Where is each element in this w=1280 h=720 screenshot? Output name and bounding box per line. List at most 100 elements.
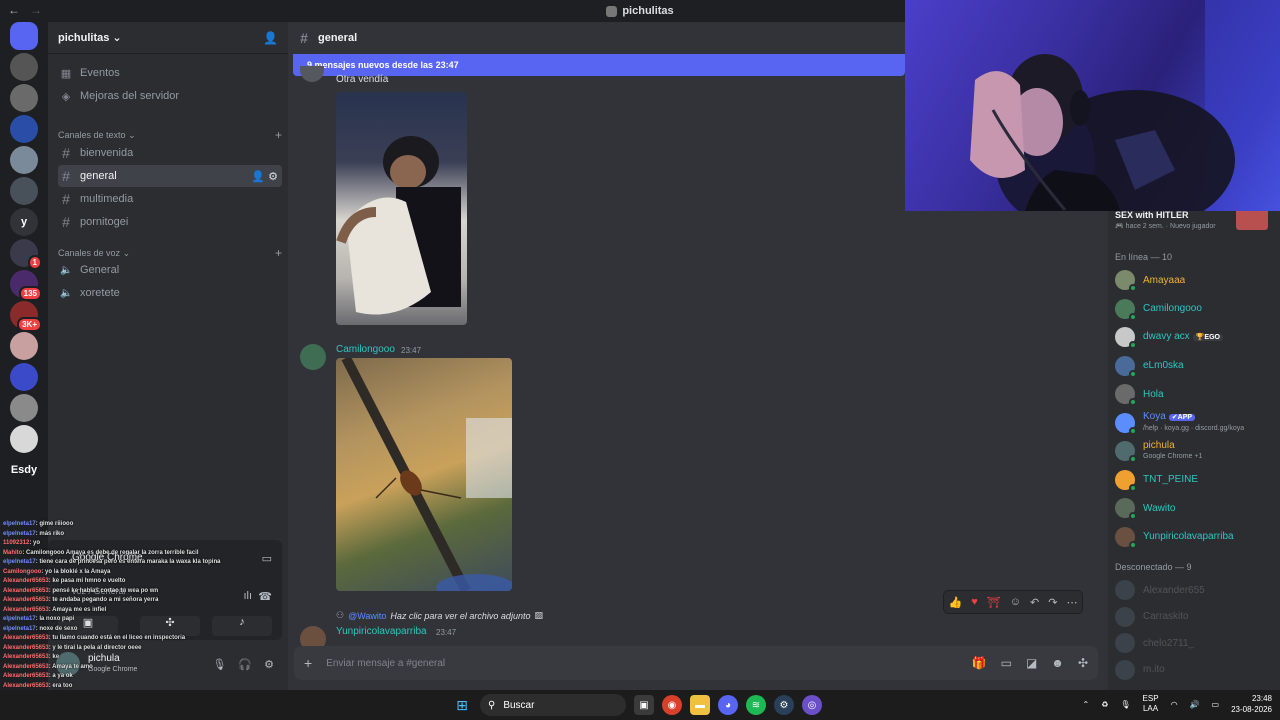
heart-icon[interactable]: ♥	[971, 596, 978, 608]
member-name: Wawito	[1143, 502, 1176, 514]
member-item-offline[interactable]: Alexander655	[1115, 578, 1277, 602]
voice-channel-General[interactable]: 🔈 General	[58, 259, 282, 281]
avatar[interactable]	[300, 66, 324, 82]
server-icon-g12[interactable]	[10, 394, 38, 422]
server-icon-g13[interactable]	[10, 425, 38, 453]
server-header[interactable]: pichulitas ⌄ 👤	[48, 22, 288, 54]
member-item[interactable]: Hola	[1115, 382, 1277, 406]
gif-icon[interactable]: ▭	[1001, 656, 1012, 670]
member-item-offline[interactable]: Carraskito	[1115, 605, 1277, 629]
member-item[interactable]: eLm0ska	[1115, 354, 1277, 378]
network-app-icon[interactable]: ♻	[1101, 700, 1108, 709]
server-icon-home[interactable]	[10, 22, 38, 50]
member-item[interactable]: Koya ✔APP/help · koya.gg · discord.gg/koy…	[1115, 411, 1277, 435]
boosts-item[interactable]: ◈ Mejoras del servidor	[58, 85, 282, 107]
channel-item-pornitogei[interactable]: # pornitogei	[58, 211, 282, 233]
message-input[interactable]: Enviar mensaje a #general	[326, 658, 445, 669]
message-author[interactable]: Yunpiricolavaparriba	[336, 626, 427, 637]
windows-start-icon[interactable]: ⊞	[452, 695, 472, 715]
apps-icon[interactable]: ✣	[1078, 656, 1088, 670]
more-icon[interactable]: ⋯	[1066, 596, 1077, 609]
new-messages-banner[interactable]: 9 mensajes nuevos desde las 23:47	[293, 54, 905, 76]
member-item[interactable]: Amayaaa	[1115, 268, 1277, 292]
server-icon-g2[interactable]	[10, 84, 38, 112]
member-activity: /help · koya.gg · discord.gg/koya	[1143, 425, 1245, 432]
voice-category[interactable]: Canales de voz ⌄ +	[58, 246, 282, 260]
channel-item-multimedia[interactable]: # multimedia	[58, 188, 282, 210]
member-item[interactable]: TNT_PEINE	[1115, 468, 1277, 492]
app-icon[interactable]: ◎	[802, 695, 822, 715]
clock[interactable]: 23:48 23-08-2026	[1231, 693, 1272, 715]
channel-title: general	[318, 32, 358, 44]
forward-arrow-icon[interactable]: →	[30, 3, 42, 17]
search-icon: ⚲	[488, 699, 496, 711]
battery-icon[interactable]: ▭	[1212, 700, 1220, 709]
reply-mention[interactable]: @Wawito	[348, 611, 386, 621]
member-item-offline[interactable]: chelo2711_	[1115, 631, 1277, 655]
member-item[interactable]: Wawito	[1115, 496, 1277, 520]
channel-name: bienvenida	[80, 147, 134, 159]
chat-author: Alexander65653	[3, 606, 49, 613]
chrome-icon[interactable]: ◉	[662, 695, 682, 715]
file-explorer-icon[interactable]: ▬	[690, 695, 710, 715]
text-category[interactable]: Canales de texto ⌄ +	[58, 128, 282, 142]
spotify-icon[interactable]: ≋	[746, 695, 766, 715]
back-arrow-icon[interactable]: ←	[8, 3, 20, 17]
server-icon-g6[interactable]: y	[10, 208, 38, 236]
gear-icon[interactable]: ⚙	[268, 171, 278, 183]
emoji-icon[interactable]: ☻	[1051, 656, 1064, 670]
add-reaction-icon[interactable]: ☺	[1010, 596, 1021, 608]
member-item[interactable]: Camilongooo	[1115, 297, 1277, 321]
message-author[interactable]: Camilongooo	[336, 344, 395, 355]
channel-item-general[interactable]: # general 👤 ⚙	[58, 165, 282, 187]
invite-icon[interactable]: 👤	[251, 171, 265, 183]
activity-title[interactable]: SEX with HITLER	[1115, 210, 1189, 220]
chat-text: : tu llamo cuando está en el liceo en in…	[48, 635, 186, 641]
thumbs-up-icon[interactable]: 👍	[949, 596, 963, 609]
wifi-icon[interactable]: ◠	[1171, 700, 1178, 709]
task-view-icon[interactable]: ▣	[634, 695, 654, 715]
add-attachment-icon[interactable]: +	[304, 655, 312, 671]
server-icon-g1[interactable]	[10, 53, 38, 81]
chat-author: elpelneta17	[3, 559, 36, 565]
server-icon-g14[interactable]: Esdy	[10, 456, 38, 484]
reaction-icon[interactable]: ⛩	[987, 596, 1001, 609]
reply-icon[interactable]: ↶	[1030, 596, 1039, 609]
steam-icon[interactable]: ⚙	[774, 695, 794, 715]
chevron-up-icon[interactable]: ⌃	[1083, 700, 1090, 709]
forward-icon[interactable]: ↷	[1048, 596, 1057, 609]
member-item[interactable]: dwavy acx 🏆EGO	[1115, 325, 1277, 349]
image-attachment[interactable]	[336, 92, 467, 325]
language-indicator[interactable]: ESP LAA	[1143, 694, 1159, 714]
avatar	[1115, 270, 1137, 292]
avatar[interactable]	[300, 344, 326, 370]
discord-taskbar-icon[interactable]: ◕	[718, 695, 738, 715]
voice-channel-xoretete[interactable]: 🔈 xoretete	[58, 282, 282, 304]
server-icon-g11[interactable]	[10, 363, 38, 391]
member-item[interactable]: Yunpiricolavaparriba	[1115, 525, 1277, 549]
server-icon-g10[interactable]	[10, 332, 38, 360]
avatar	[1115, 384, 1137, 406]
reply-text: Haz clic para ver el archivo adjunto	[390, 610, 531, 621]
server-icon-g7[interactable]: 1	[10, 239, 42, 270]
member-item-offline[interactable]: m.ito	[1115, 658, 1277, 682]
reply-preview[interactable]: ⚇ @Wawito Haz clic para ver el archivo a…	[336, 610, 543, 621]
online-status-icon	[1129, 341, 1137, 349]
server-icon-g3[interactable]	[10, 115, 38, 143]
server-icon-g5[interactable]	[10, 177, 38, 205]
server-icon-g8[interactable]: 135	[10, 270, 42, 301]
gift-icon[interactable]: 🎁	[972, 656, 987, 670]
events-item[interactable]: ▦ Eventos	[58, 62, 282, 84]
volume-icon[interactable]: 🔊	[1190, 700, 1200, 709]
add-member-icon[interactable]: 👤	[263, 31, 278, 45]
server-icon-g9[interactable]: 3K+	[10, 301, 42, 332]
add-channel-icon[interactable]: +	[275, 246, 282, 260]
add-channel-icon[interactable]: +	[275, 128, 282, 142]
server-icon-g4[interactable]	[10, 146, 38, 174]
member-item[interactable]: pichula Google Chrome +1	[1115, 439, 1277, 463]
taskbar-search[interactable]: ⚲ Buscar	[480, 694, 626, 716]
image-attachment[interactable]	[336, 358, 512, 591]
sticker-icon[interactable]: ◪	[1026, 656, 1037, 670]
microphone-icon[interactable]: 🎙	[1120, 700, 1130, 709]
channel-item-bienvenida[interactable]: # bienvenida	[58, 142, 282, 164]
